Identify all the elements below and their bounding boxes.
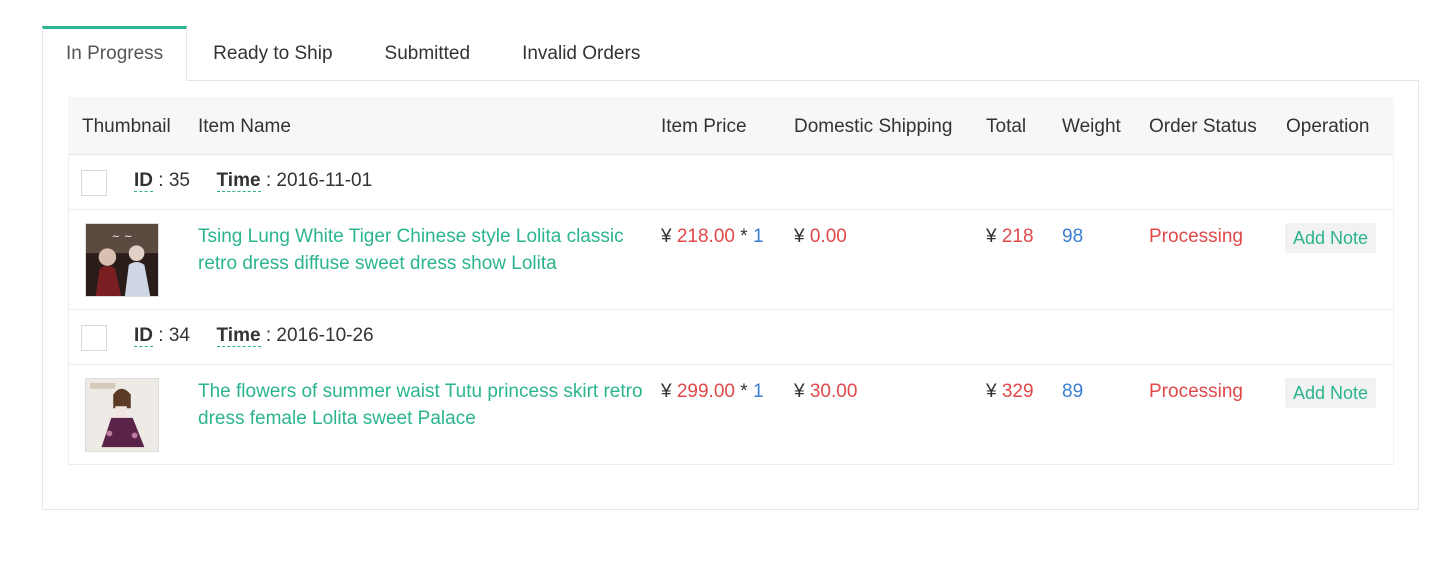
- order-id: 35: [168, 170, 190, 191]
- header-operation: Operation: [1286, 116, 1370, 137]
- price-value: 299.00: [676, 381, 735, 402]
- order-total: ¥ 218: [986, 223, 1034, 250]
- orders-panel: Thumbnail Item Name Item Price Domestic …: [42, 80, 1419, 510]
- quantity: 1: [752, 226, 764, 247]
- currency-symbol: ¥: [661, 226, 672, 247]
- order-meta: ID : 35 Time : 2016-11-01: [134, 170, 373, 192]
- product-thumbnail[interactable]: [85, 378, 159, 452]
- tab-submitted[interactable]: Submitted: [359, 26, 497, 80]
- tab-invalid-orders[interactable]: Invalid Orders: [496, 26, 666, 80]
- item-name-link[interactable]: Tsing Lung White Tiger Chinese style Lol…: [198, 223, 643, 277]
- order-time: 2016-10-26: [276, 325, 374, 346]
- qty-separator: *: [740, 381, 748, 402]
- order-status: Processing: [1149, 381, 1243, 402]
- order-weight: 89: [1062, 381, 1084, 402]
- product-thumbnail[interactable]: ~ ~: [85, 223, 159, 297]
- header-item-price: Item Price: [661, 116, 747, 137]
- tab-ready-to-ship[interactable]: Ready to Ship: [187, 26, 358, 80]
- svg-text:~ ~: ~ ~: [111, 230, 132, 243]
- order-select-checkbox[interactable]: [81, 170, 107, 196]
- header-weight: Weight: [1062, 116, 1121, 137]
- order-header: ID : 34 Time : 2016-10-26: [68, 310, 1394, 365]
- header-item-name: Item Name: [198, 116, 291, 137]
- order-id: 34: [168, 325, 190, 346]
- shipping-value: 30.00: [809, 381, 858, 402]
- currency-symbol: ¥: [794, 381, 805, 402]
- order-tabs: In Progress Ready to Ship Submitted Inva…: [42, 26, 666, 81]
- domestic-shipping: ¥ 30.00: [794, 378, 857, 405]
- order-time-label: Time: [216, 325, 261, 347]
- table-row: ~ ~ Tsing Lung White Tiger Chinese style…: [68, 210, 1394, 310]
- add-note-button[interactable]: Add Note: [1285, 223, 1377, 253]
- currency-symbol: ¥: [661, 381, 672, 402]
- header-total: Total: [986, 116, 1027, 137]
- header-thumbnail: Thumbnail: [82, 116, 171, 137]
- currency-symbol: ¥: [986, 226, 997, 247]
- order-meta: ID : 34 Time : 2016-10-26: [134, 325, 374, 347]
- total-value: 329: [1001, 381, 1034, 402]
- table-row: The flowers of summer waist Tutu princes…: [68, 365, 1394, 465]
- order-time-label: Time: [216, 170, 261, 192]
- order-total: ¥ 329: [986, 378, 1034, 405]
- header-order-status: Order Status: [1149, 116, 1257, 137]
- item-name-link[interactable]: The flowers of summer waist Tutu princes…: [198, 378, 643, 432]
- add-note-button[interactable]: Add Note: [1285, 378, 1377, 408]
- order-weight: 98: [1062, 226, 1084, 247]
- quantity: 1: [752, 381, 764, 402]
- header-domestic-shipping: Domestic Shipping: [794, 116, 953, 137]
- qty-separator: *: [740, 226, 748, 247]
- order-select-checkbox[interactable]: [81, 325, 107, 351]
- item-price: ¥ 218.00 * 1: [661, 223, 764, 250]
- order-id-label: ID: [134, 325, 153, 347]
- tab-in-progress[interactable]: In Progress: [42, 26, 188, 81]
- shipping-value: 0.00: [809, 226, 847, 247]
- price-value: 218.00: [676, 226, 735, 247]
- order-time: 2016-11-01: [276, 170, 373, 191]
- domestic-shipping: ¥ 0.00: [794, 223, 847, 250]
- currency-symbol: ¥: [986, 381, 997, 402]
- order-id-label: ID: [134, 170, 153, 192]
- currency-symbol: ¥: [794, 226, 805, 247]
- order-header: ID : 35 Time : 2016-11-01: [68, 155, 1394, 210]
- order-status: Processing: [1149, 226, 1243, 247]
- total-value: 218: [1001, 226, 1034, 247]
- table-header: Thumbnail Item Name Item Price Domestic …: [68, 97, 1394, 155]
- item-price: ¥ 299.00 * 1: [661, 378, 764, 405]
- orders-table: Thumbnail Item Name Item Price Domestic …: [68, 97, 1394, 465]
